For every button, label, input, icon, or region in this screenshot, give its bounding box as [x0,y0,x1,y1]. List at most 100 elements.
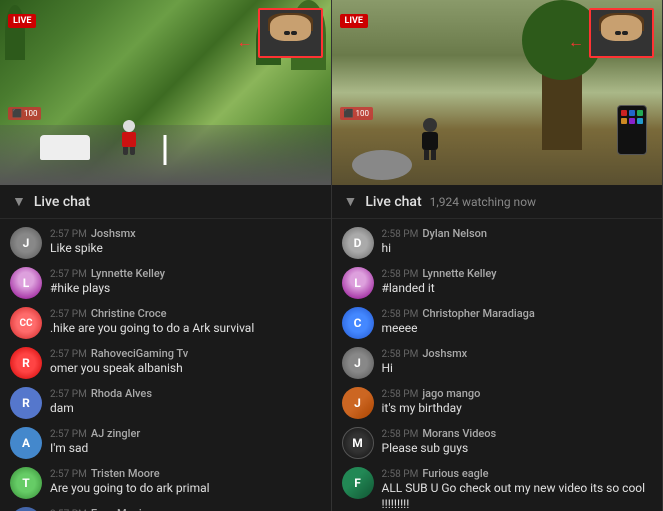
message-time: 2:58 PM [382,429,419,440]
left-panel: ⬛ 100 ← LIVE ▼ Live chat [0,0,332,511]
message-author: Rhoda Alves [91,387,152,400]
right-chat-header[interactable]: ▼ Live chat 1,924 watching now [332,185,663,219]
message-author: Christopher Maradiaga [422,307,535,320]
pip-camera-right [589,8,654,58]
avatar: J [10,227,42,259]
message-author: Morans Videos [422,427,496,440]
message-time: 2:57 PM [50,269,87,280]
message-text: dam [50,401,321,417]
message-time: 2:57 PM [50,389,87,400]
message-content: 2:57 PM RahoveciGaming Tv omer you speak… [50,347,321,377]
pip-camera-left [258,8,323,58]
right-chat-title: Live chat [365,194,421,210]
chat-message: CC 2:57 PM Christine Croce .hike are you… [0,303,331,343]
message-content: 2:57 PM AJ zingler I'm sad [50,427,321,457]
avatar: R [10,387,42,419]
avatar: C [342,307,374,339]
message-time: 2:58 PM [382,269,419,280]
message-content: 2:57 PM Rhoda Alves dam [50,387,321,417]
left-video[interactable]: ⬛ 100 ← LIVE [0,0,331,185]
live-badge-right: LIVE [340,8,368,28]
chat-message: L 2:57 PM Lynnette Kelley #hike plays [0,263,331,303]
chevron-down-icon-right: ▼ [344,193,358,210]
avatar: F [342,467,374,499]
avatar: M [342,427,374,459]
message-time: 2:57 PM [50,229,87,240]
message-time: 2:57 PM [50,429,87,440]
message-time: 2:57 PM [50,469,87,480]
right-chat-messages[interactable]: D 2:58 PM Dylan Nelson hi L 2:58 PM Lynn… [332,219,663,511]
avatar: D [342,227,374,259]
message-author: Joshsmx [422,347,467,360]
pip-arrow-right: ← [568,32,584,52]
message-time: 2:57 PM [50,309,87,320]
avatar: E [10,507,42,511]
message-text: .hike are you going to do a Ark survival [50,321,321,337]
message-text: meeee [382,321,653,337]
message-text: hi [382,241,653,257]
message-author: Christine Croce [91,307,167,320]
message-content: 2:58 PM jago mango it's my birthday [382,387,653,417]
message-text: #landed it [382,281,653,297]
chevron-down-icon: ▼ [12,193,26,210]
watching-count: 1,924 watching now [430,195,536,209]
avatar: T [10,467,42,499]
message-author: Lynnette Kelley [422,267,496,280]
message-author: Evan Muniz [91,507,147,511]
message-text: it's my birthday [382,401,653,417]
right-video[interactable]: ⬛ 100 [332,0,663,185]
left-chat-messages[interactable]: J 2:57 PM Joshsmx Like spike L 2:57 PM L… [0,219,331,511]
live-badge-left: LIVE [8,8,36,28]
chat-message: D 2:58 PM Dylan Nelson hi [332,223,663,263]
message-author: AJ zingler [91,427,140,440]
message-time: 2:58 PM [382,349,419,360]
message-author: Tristen Moore [91,467,160,480]
avatar: J [342,387,374,419]
chat-message: M 2:58 PM Morans Videos Please sub guys [332,423,663,463]
message-text: #hike plays [50,281,321,297]
message-text: omer you speak albanish [50,361,321,377]
message-time: 2:58 PM [382,469,419,480]
message-content: 2:58 PM Dylan Nelson hi [382,227,653,257]
message-text: I'm sad [50,441,321,457]
avatar: J [342,347,374,379]
avatar: L [342,267,374,299]
message-author: Lynnette Kelley [91,267,165,280]
avatar: R [10,347,42,379]
message-content: 2:57 PM Evan Muniz IM SAD [50,507,321,511]
message-text: Are you going to do ark primal [50,481,321,497]
message-content: 2:57 PM Tristen Moore Are you going to d… [50,467,321,497]
message-content: 2:58 PM Joshsmx Hi [382,347,653,377]
message-time: 2:58 PM [382,229,419,240]
message-author: Furious eagle [422,467,488,480]
right-panel: ⬛ 100 [332,0,663,511]
message-author: Joshsmx [91,227,136,240]
message-content: 2:58 PM Furious eagle ALL SUB U Go check… [382,467,653,511]
chat-message: A 2:57 PM AJ zingler I'm sad [0,423,331,463]
message-time: 2:58 PM [382,309,419,320]
hud-overlay: ⬛ 100 [8,107,41,120]
message-content: 2:57 PM Lynnette Kelley #hike plays [50,267,321,297]
chat-message: J 2:57 PM Joshsmx Like spike [0,223,331,263]
message-content: 2:58 PM Morans Videos Please sub guys [382,427,653,457]
message-author: RahoveciGaming Tv [91,347,188,360]
left-chat-title: Live chat [34,194,90,210]
chat-message: R 2:57 PM Rhoda Alves dam [0,383,331,423]
chat-message: R 2:57 PM RahoveciGaming Tv omer you spe… [0,343,331,383]
hud-overlay-right: ⬛ 100 [340,107,373,120]
message-text: ALL SUB U Go check out my new video its … [382,481,653,511]
message-author: jago mango [422,387,480,400]
message-text: Please sub guys [382,441,653,457]
message-text: Like spike [50,241,321,257]
chat-message: L 2:58 PM Lynnette Kelley #landed it [332,263,663,303]
avatar: CC [10,307,42,339]
chat-message: T 2:57 PM Tristen Moore Are you going to… [0,463,331,503]
chat-message: C 2:58 PM Christopher Maradiaga meeee [332,303,663,343]
pip-arrow-left: ← [237,32,253,52]
message-content: 2:58 PM Christopher Maradiaga meeee [382,307,653,337]
avatar: L [10,267,42,299]
left-chat-header[interactable]: ▼ Live chat [0,185,331,219]
left-chat: ▼ Live chat J 2:57 PM Joshsmx Like spike… [0,185,331,511]
message-time: 2:57 PM [50,349,87,360]
avatar: A [10,427,42,459]
